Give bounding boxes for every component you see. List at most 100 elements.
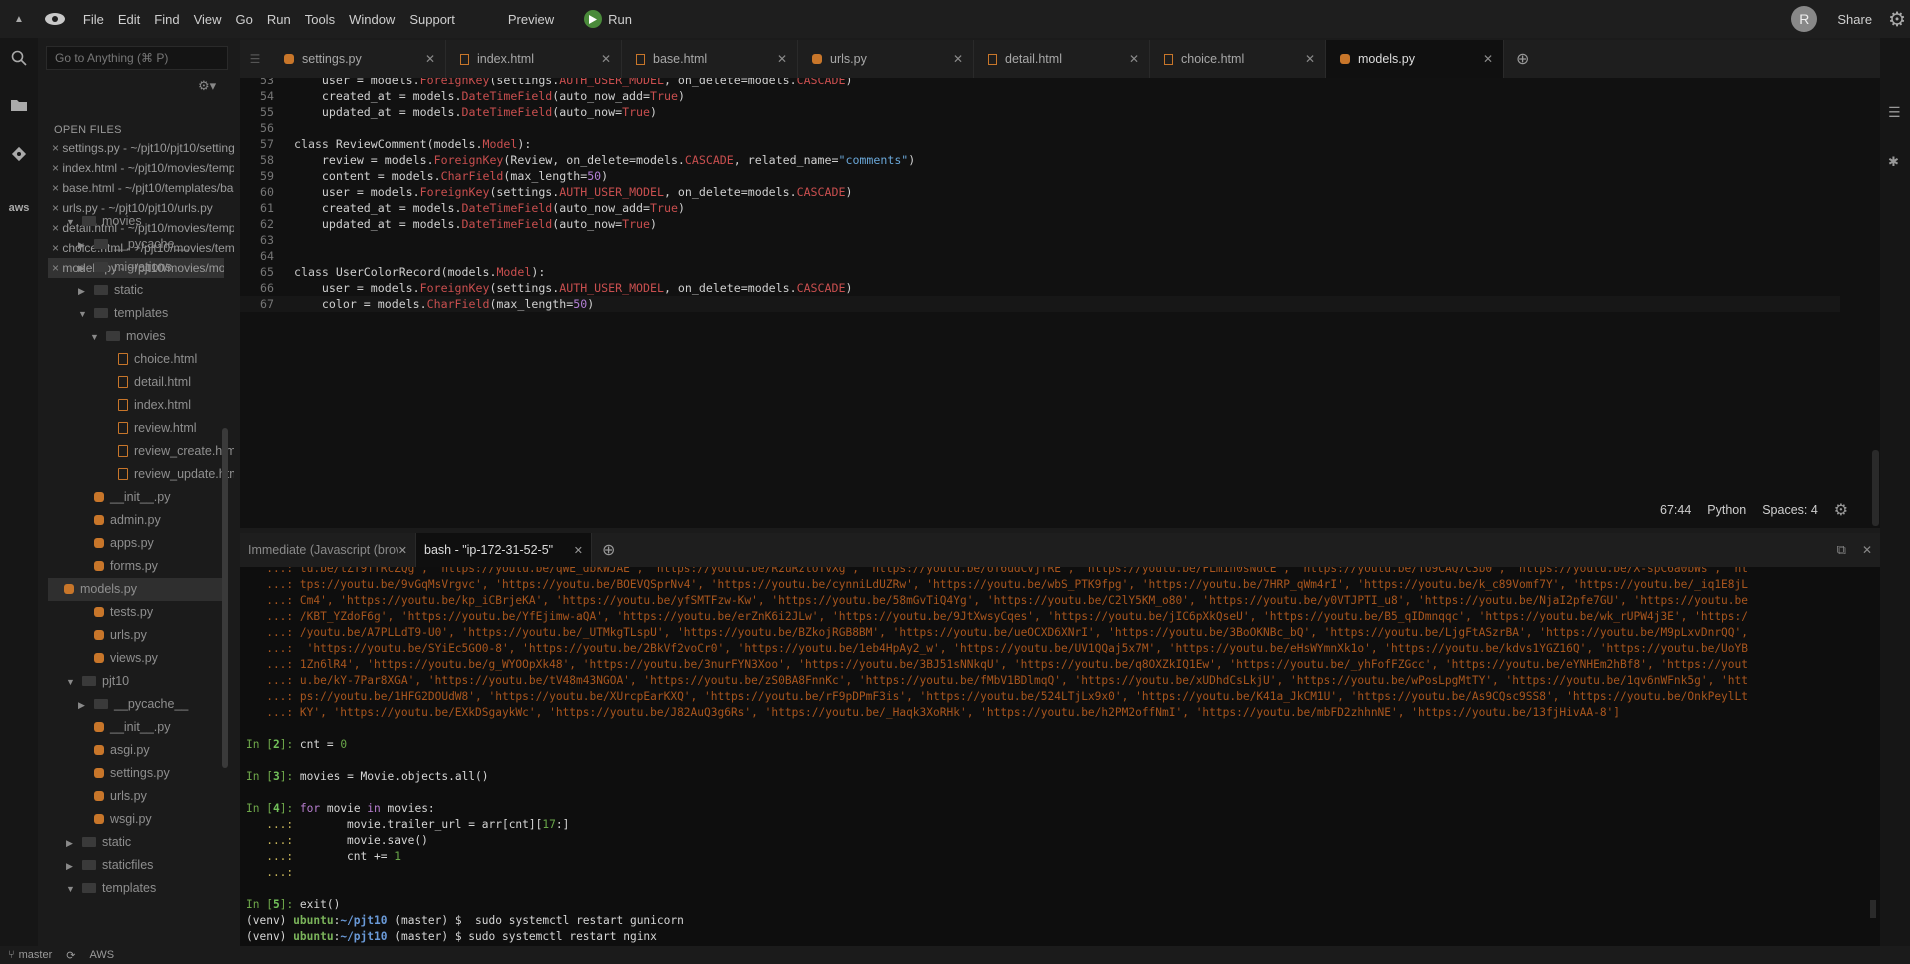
run-button[interactable]: Run: [584, 10, 632, 28]
tree-settings-icon[interactable]: ⚙▾: [198, 78, 216, 94]
tree-item[interactable]: __init__.py: [78, 486, 234, 509]
chevron-icon[interactable]: ▶: [78, 694, 88, 716]
close-icon[interactable]: ×: [52, 161, 62, 175]
new-tab-icon[interactable]: ⊕: [1504, 40, 1529, 78]
menu-tools[interactable]: Tools: [298, 12, 342, 27]
tree-item[interactable]: settings.py: [78, 762, 234, 785]
chevron-icon[interactable]: ▶: [66, 855, 76, 877]
menu-window[interactable]: Window: [342, 12, 402, 27]
close-tab-icon[interactable]: ✕: [425, 52, 435, 66]
terminal-output[interactable]: ...: tu.be/tZT9TfRcZQg', 'https://youtu.…: [240, 567, 1880, 946]
indent-setting[interactable]: Spaces: 4: [1762, 503, 1818, 517]
terminal-tab[interactable]: bash - "ip-172-31-52-5" ✕: [416, 533, 592, 567]
menu-go[interactable]: Go: [229, 12, 260, 27]
tree-item[interactable]: urls.py: [78, 624, 234, 647]
share-button[interactable]: Share: [1837, 12, 1872, 27]
tab-detail-html[interactable]: detail.html ✕: [974, 40, 1150, 78]
tree-item[interactable]: review.html: [102, 417, 234, 440]
tree-item[interactable]: ▼ templates: [66, 877, 234, 900]
terminal-tab[interactable]: Immediate (Javascript (browser))✕: [240, 533, 416, 567]
tree-item[interactable]: choice.html: [102, 348, 234, 371]
tab-urls-py[interactable]: urls.py ✕: [798, 40, 974, 78]
chevron-icon[interactable]: ▶: [78, 234, 88, 256]
menu-view[interactable]: View: [187, 12, 229, 27]
tree-item[interactable]: urls.py: [78, 785, 234, 808]
tree-item[interactable]: detail.html: [102, 371, 234, 394]
tree-item[interactable]: ▶ static: [78, 279, 234, 302]
tree-item[interactable]: ▼ movies: [66, 210, 234, 233]
chevron-icon[interactable]: ▶: [78, 280, 88, 302]
language-mode[interactable]: Python: [1707, 503, 1746, 517]
chevron-icon[interactable]: ▼: [66, 671, 76, 693]
chevron-icon[interactable]: ▼: [90, 326, 100, 348]
cursor-position[interactable]: 67:44: [1660, 503, 1691, 517]
maximize-icon[interactable]: ⧉: [1837, 533, 1846, 567]
tab-base-html[interactable]: base.html ✕: [622, 40, 798, 78]
tree-item[interactable]: index.html: [102, 394, 234, 417]
preview-button[interactable]: Preview: [508, 12, 554, 27]
menu-edit[interactable]: Edit: [111, 12, 147, 27]
tree-item[interactable]: forms.py: [78, 555, 234, 578]
tree-item[interactable]: ▶ static: [66, 831, 234, 854]
close-tab-icon[interactable]: ✕: [953, 52, 963, 66]
outline-icon[interactable]: ☰: [1888, 104, 1901, 121]
tree-item[interactable]: review_update.html: [102, 463, 234, 486]
tree-item[interactable]: wsgi.py: [78, 808, 234, 831]
chevron-icon[interactable]: ▼: [78, 303, 88, 325]
close-tab-icon[interactable]: ✕: [1129, 52, 1139, 66]
close-tab-icon[interactable]: ✕: [777, 52, 787, 66]
tab-choice-html[interactable]: choice.html ✕: [1150, 40, 1326, 78]
close-icon[interactable]: ×: [52, 201, 62, 215]
tree-item[interactable]: admin.py: [78, 509, 234, 532]
terminal-scrollbar[interactable]: [1870, 900, 1876, 918]
open-file-item[interactable]: × settings.py - ~/pjt10/pjt10/settings.p…: [52, 138, 234, 158]
chevron-icon[interactable]: ▼: [66, 878, 76, 900]
close-icon[interactable]: ×: [52, 181, 62, 195]
editor-gear-icon[interactable]: ⚙: [1834, 500, 1848, 520]
tree-item[interactable]: __init__.py: [78, 716, 234, 739]
tab-list-icon[interactable]: ☰: [240, 40, 270, 78]
tab-models-py[interactable]: models.py ✕: [1326, 40, 1504, 78]
close-icon[interactable]: ×: [52, 261, 62, 275]
aws-status[interactable]: AWS: [89, 949, 114, 961]
chevron-icon[interactable]: ▼: [66, 211, 76, 233]
open-file-item[interactable]: × index.html - ~/pjt10/movies/templates/…: [52, 158, 234, 178]
tree-item[interactable]: views.py: [78, 647, 234, 670]
git-icon[interactable]: [7, 142, 31, 166]
collapse-menu-icon[interactable]: ▲: [14, 14, 24, 25]
close-icon[interactable]: ×: [52, 241, 62, 255]
avatar[interactable]: R: [1791, 6, 1818, 32]
menu-support[interactable]: Support: [402, 12, 462, 27]
tree-item[interactable]: models.py: [48, 578, 224, 601]
menu-run[interactable]: Run: [260, 12, 298, 27]
close-icon[interactable]: ×: [52, 141, 62, 155]
close-tab-icon[interactable]: ✕: [1305, 52, 1315, 66]
tree-item[interactable]: ▶ __pycache__: [78, 233, 234, 256]
tree-item[interactable]: asgi.py: [78, 739, 234, 762]
tree-item[interactable]: apps.py: [78, 532, 234, 555]
code-editor[interactable]: 53 user = models.ForeignKey(settings.AUT…: [240, 78, 1880, 528]
tree-item[interactable]: ▼ movies: [90, 325, 234, 348]
menu-file[interactable]: File: [76, 12, 111, 27]
new-terminal-icon[interactable]: ⊕: [592, 533, 615, 567]
sync-icon[interactable]: ⟳: [66, 949, 75, 962]
aws-icon[interactable]: aws: [7, 196, 31, 220]
gear-icon[interactable]: ⚙: [1888, 7, 1906, 32]
editor-scrollbar[interactable]: [1872, 450, 1879, 526]
close-panel-icon[interactable]: ✕: [1862, 533, 1872, 567]
tree-item[interactable]: ▶ staticfiles: [66, 854, 234, 877]
tree-item[interactable]: review_create.html: [102, 440, 234, 463]
close-icon[interactable]: ×: [52, 221, 62, 235]
tree-item[interactable]: ▶ __pycache__: [78, 693, 234, 716]
menu-find[interactable]: Find: [147, 12, 186, 27]
branch-indicator[interactable]: ⑂ master: [8, 949, 52, 961]
tab-index-html[interactable]: index.html ✕: [446, 40, 622, 78]
close-tab-icon[interactable]: ✕: [1483, 52, 1493, 66]
tree-item[interactable]: ▼ templates: [78, 302, 234, 325]
cloud9-logo-icon[interactable]: [44, 11, 66, 28]
tree-scrollbar[interactable]: [222, 428, 228, 768]
chevron-icon[interactable]: ▶: [66, 832, 76, 854]
chevron-icon[interactable]: ▶: [78, 257, 88, 279]
close-tab-icon[interactable]: ✕: [574, 544, 583, 557]
tree-item[interactable]: ▶ migrations: [78, 256, 234, 279]
